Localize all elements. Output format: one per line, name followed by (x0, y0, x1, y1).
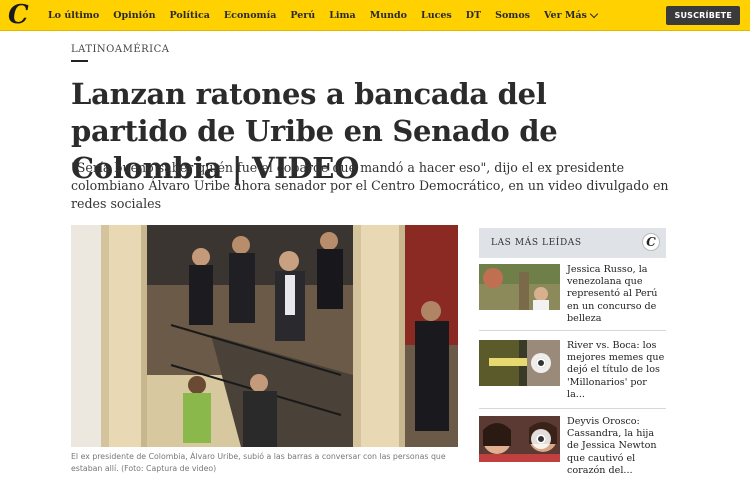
article-summary: "Sería bueno saber quién fue el cobarde … (71, 160, 669, 211)
divider (479, 330, 666, 331)
nav-lima[interactable]: Lima (329, 10, 356, 21)
subscribe-button[interactable]: SUSCRÍBETE (666, 6, 740, 25)
section-label[interactable]: LATINOAMÉRICA (71, 44, 170, 55)
nav-opinion[interactable]: Opinión (113, 10, 155, 21)
most-read-item[interactable]: Deyvis Orosco: Cassandra, la hija de Jes… (479, 416, 666, 476)
nav-lo-ultimo[interactable]: Lo último (48, 10, 99, 21)
video-play-icon[interactable] (531, 429, 551, 449)
photo-illustration (71, 225, 458, 447)
section-divider (71, 60, 88, 62)
nav-economia[interactable]: Economía (224, 10, 276, 21)
el-comercio-logo[interactable]: C (8, 2, 34, 28)
main-article-photo[interactable] (71, 225, 458, 447)
nav-ver-mas[interactable]: Ver Más (544, 9, 599, 21)
video-play-icon[interactable] (531, 353, 551, 373)
article-thumbnail (479, 416, 560, 462)
most-read-title: LAS MÁS LEÍDAS (491, 238, 582, 248)
nav-dt[interactable]: DT (466, 10, 481, 21)
nav-mundo[interactable]: Mundo (370, 10, 407, 21)
article-thumbnail (479, 340, 560, 386)
most-read-item-title: Jessica Russo, la venezolana que represe… (567, 264, 658, 324)
divider (479, 408, 666, 409)
nav-luces[interactable]: Luces (421, 10, 452, 21)
most-read-item[interactable]: Jessica Russo, la venezolana que represe… (479, 264, 666, 324)
most-read-item-title: Deyvis Orosco: Cassandra, la hija de Jes… (567, 416, 657, 476)
nav-politica[interactable]: Política (170, 10, 210, 21)
el-comercio-badge-icon: C (642, 233, 660, 251)
nav-ver-mas-label: Ver Más (544, 10, 587, 21)
photo-caption: El ex presidente de Colombia, Álvaro Uri… (71, 452, 446, 473)
article-thumbnail (479, 264, 560, 310)
chevron-down-icon (589, 9, 599, 19)
most-read-header: LAS MÁS LEÍDAS C (479, 228, 666, 258)
nav-somos[interactable]: Somos (495, 10, 530, 21)
main-nav: Lo último Opinión Política Economía Perú… (48, 0, 611, 31)
top-navigation-bar: C Lo último Opinión Política Economía Pe… (0, 0, 750, 31)
most-read-item[interactable]: River vs. Boca: los mejores memes que de… (479, 340, 666, 400)
thumbnail-image (479, 264, 560, 310)
nav-peru[interactable]: Perú (290, 10, 315, 21)
most-read-item-title: River vs. Boca: los mejores memes que de… (567, 340, 665, 400)
